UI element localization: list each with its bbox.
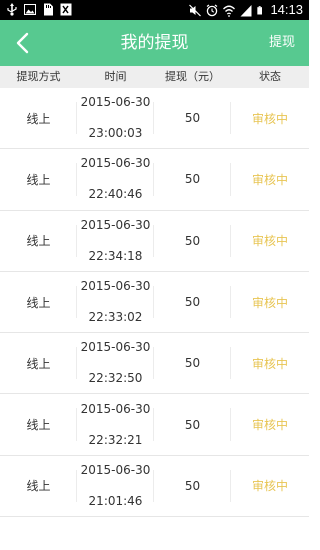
- withdraw-date: 2015-06-30: [80, 401, 151, 416]
- withdraw-method: 线上: [0, 272, 77, 332]
- withdraw-method: 线上: [0, 456, 77, 516]
- withdraw-time: 22:34:18: [88, 248, 143, 263]
- table-row[interactable]: 线上 2015-06-30 22:34:18 50 审核中: [0, 210, 309, 272]
- withdraw-date: 2015-06-30: [80, 340, 151, 355]
- back-button[interactable]: [8, 28, 36, 58]
- excel-file-icon: [60, 3, 72, 16]
- status-bar-system: 14:13: [189, 2, 303, 18]
- withdraw-method: 线上: [0, 211, 77, 271]
- withdraw-amount: 50: [154, 456, 231, 516]
- battery-icon: [257, 5, 263, 14]
- withdraw-datetime: 2015-06-30 22:32:50: [77, 333, 154, 393]
- status-badge: 审核中: [251, 111, 288, 126]
- status-bar-clock: 14:13: [270, 2, 303, 17]
- status-badge: 审核中: [251, 172, 288, 187]
- table-row[interactable]: 线上 2015-06-30 23:00:03 50 审核中: [0, 88, 309, 150]
- withdraw-time: 22:40:46: [88, 187, 143, 202]
- signal-icon: [240, 4, 252, 16]
- withdraw-time: 22:33:02: [88, 310, 143, 325]
- table-row[interactable]: 线上 2015-06-30 22:32:50 50 审核中: [0, 333, 309, 395]
- withdraw-date: 2015-06-30: [80, 95, 151, 110]
- status-badge: 审核中: [251, 479, 288, 494]
- table-row[interactable]: 线上 2015-06-30 21:01:46 50 审核中: [0, 455, 309, 518]
- chevron-left-icon: [16, 32, 29, 54]
- app-header: 我的提现 提现: [0, 20, 309, 66]
- column-header-method: 提现方式: [16, 70, 61, 83]
- withdraw-amount: 50: [154, 272, 231, 332]
- withdraw-date: 2015-06-30: [80, 156, 151, 171]
- withdraw-date: 2015-06-30: [80, 217, 151, 232]
- withdraw-time: 22:32:50: [88, 371, 143, 386]
- usb-icon: [7, 3, 17, 16]
- withdraw-datetime: 2015-06-30 22:34:18: [77, 211, 154, 271]
- withdraw-datetime: 2015-06-30 22:32:21: [77, 394, 154, 454]
- withdraw-datetime: 2015-06-30 22:40:46: [77, 149, 154, 209]
- withdraw-date: 2015-06-30: [80, 462, 151, 477]
- withdraw-amount: 50: [154, 394, 231, 454]
- sd-card-icon: [44, 3, 53, 16]
- withdraw-method: 线上: [0, 88, 77, 148]
- withdraw-method: 线上: [0, 394, 77, 454]
- column-header-amount: 提现（元）: [165, 70, 220, 83]
- table-row[interactable]: 线上 2015-06-30 22:40:46 50 审核中: [0, 149, 309, 211]
- mute-icon: [189, 4, 202, 16]
- withdraw-amount: 50: [154, 88, 231, 148]
- withdraw-datetime: 2015-06-30 23:00:03: [77, 88, 154, 148]
- table-row[interactable]: 线上 2015-06-30 22:33:02 50 审核中: [0, 271, 309, 334]
- wifi-icon: [223, 5, 236, 17]
- image-icon: [24, 4, 36, 15]
- withdraw-method: 线上: [0, 149, 77, 209]
- withdraw-button[interactable]: 提现: [269, 20, 295, 66]
- withdraw-amount: 50: [154, 333, 231, 393]
- status-bar: 14:13: [0, 0, 309, 20]
- withdraw-datetime: 2015-06-30 22:33:02: [77, 272, 154, 332]
- withdraw-time: 21:01:46: [88, 493, 143, 508]
- withdraw-time: 23:00:03: [88, 126, 143, 141]
- status-badge: 审核中: [251, 295, 288, 310]
- table-header: 提现方式 时间 提现（元） 状态: [0, 66, 309, 88]
- withdraw-time: 22:32:21: [88, 432, 143, 447]
- column-header-time: 时间: [104, 70, 127, 83]
- page-title: 我的提现: [120, 33, 189, 53]
- column-header-status: 状态: [259, 70, 281, 83]
- alarm-icon: [207, 4, 218, 16]
- withdraw-datetime: 2015-06-30 21:01:46: [77, 456, 154, 516]
- withdraw-amount: 50: [154, 211, 231, 271]
- status-bar-notifications: [6, 3, 72, 16]
- withdraw-amount: 50: [154, 149, 231, 209]
- status-badge: 审核中: [251, 234, 288, 249]
- withdraw-date: 2015-06-30: [80, 279, 151, 294]
- withdrawal-list: 线上 2015-06-30 23:00:03 50 审核中 线上 2015-06…: [0, 88, 309, 518]
- table-row[interactable]: 线上 2015-06-30 22:32:21 50 审核中: [0, 394, 309, 456]
- withdraw-method: 线上: [0, 333, 77, 393]
- status-badge: 审核中: [251, 418, 288, 433]
- status-badge: 审核中: [251, 356, 288, 371]
